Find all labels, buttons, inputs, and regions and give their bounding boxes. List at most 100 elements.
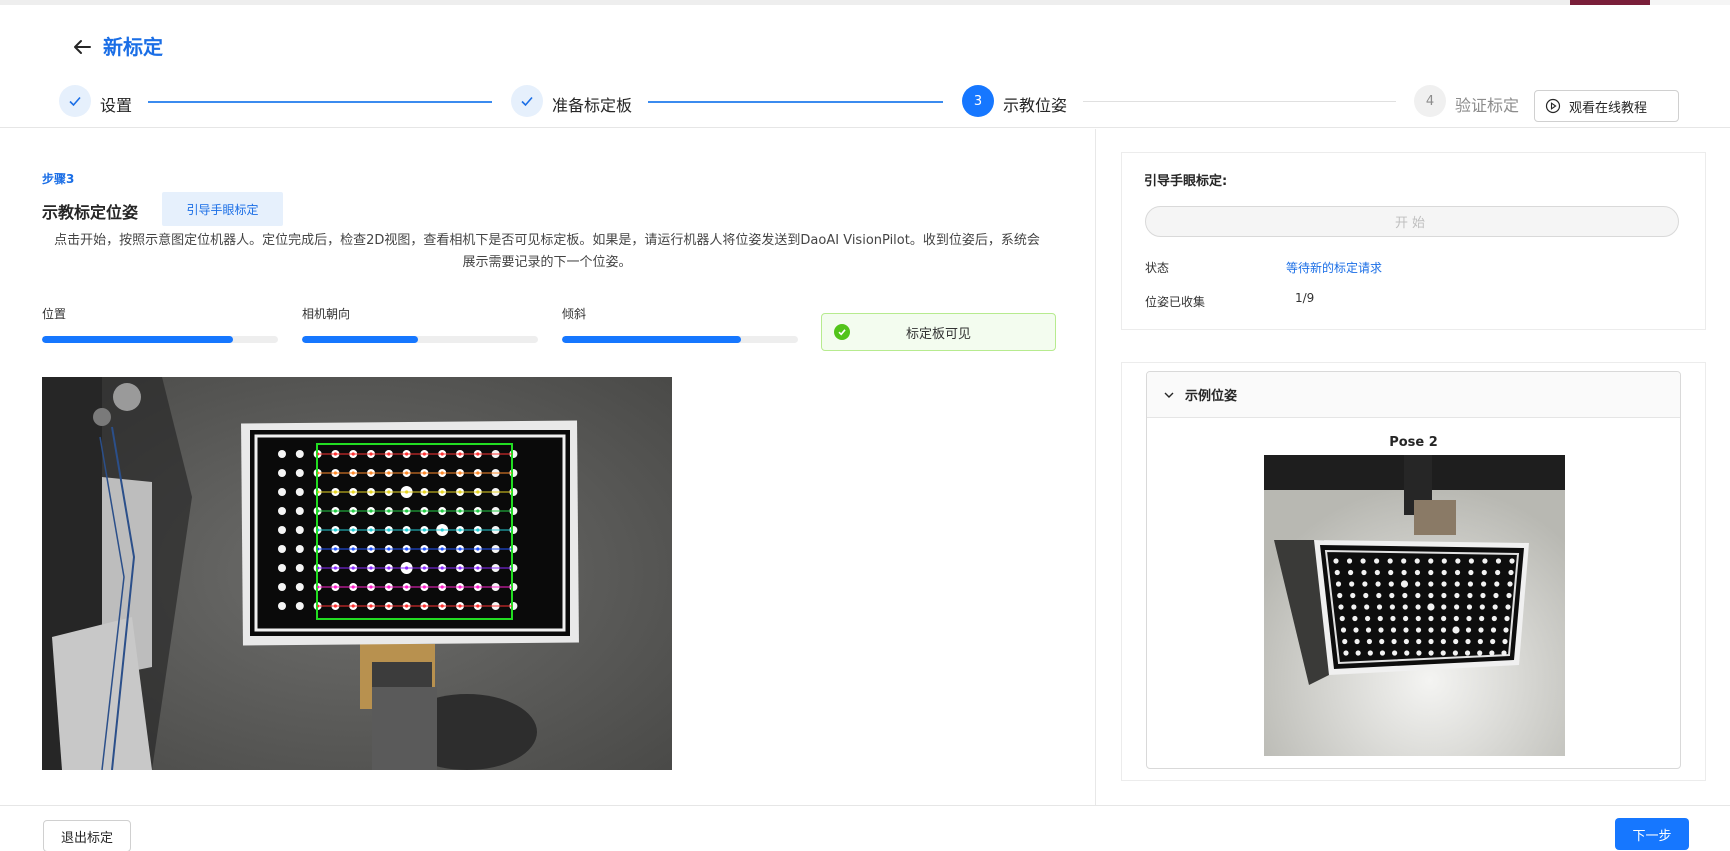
guide-calibration-tab[interactable]: 引导手眼标定	[162, 192, 283, 226]
example-dot	[1467, 592, 1473, 599]
example-dot	[1479, 604, 1485, 610]
watch-tutorial-button[interactable]: 观看在线教程	[1534, 90, 1679, 122]
example-dot	[1337, 592, 1343, 599]
example-dot	[1401, 569, 1407, 576]
example-dot	[1503, 627, 1509, 633]
board-visible-status: 标定板可见	[821, 313, 1056, 351]
example-dot	[1377, 615, 1383, 622]
calibration-dot	[278, 545, 286, 553]
metric-tilt-fill	[562, 336, 742, 343]
metric-position: 位置	[42, 305, 278, 343]
example-dot	[1362, 581, 1368, 587]
example-dot	[1415, 627, 1422, 633]
example-dot	[1466, 604, 1473, 610]
example-dot	[1404, 650, 1410, 656]
example-dot	[1465, 627, 1472, 633]
page-footer: 退出标定 下一步	[0, 805, 1730, 851]
start-button[interactable]: 开始	[1145, 206, 1679, 237]
example-dot	[1387, 558, 1393, 564]
metric-position-label: 位置	[42, 307, 67, 321]
calibration-dot	[295, 469, 304, 477]
example-dot	[1339, 615, 1345, 622]
camera-2d-view	[42, 377, 672, 770]
example-dot	[1506, 592, 1512, 599]
example-pose-card: 示例位姿 Pose 2	[1121, 362, 1706, 781]
chevron-down-icon	[1164, 392, 1174, 398]
example-dot	[1390, 615, 1396, 622]
example-dot	[1351, 604, 1357, 610]
stepper: 设置 准备标定板 3 示教位姿 4 验证标定	[0, 85, 1730, 125]
example-dot	[1492, 604, 1498, 610]
step-connector-1	[148, 101, 492, 103]
example-dot	[1354, 638, 1360, 645]
metric-orientation-label: 相机朝向	[302, 307, 351, 321]
example-dot	[1360, 558, 1366, 564]
example-dot	[1352, 615, 1358, 622]
example-dot	[1441, 615, 1447, 622]
example-dot	[1466, 615, 1472, 622]
example-dot	[1482, 558, 1488, 564]
board-visible-label: 标定板可见	[905, 326, 971, 342]
example-dot	[1441, 581, 1447, 587]
example-dot	[1493, 592, 1499, 599]
example-dot	[1455, 558, 1461, 564]
example-dot	[1389, 604, 1395, 610]
example-dot	[1342, 638, 1348, 645]
exit-calibration-button[interactable]: 退出标定	[43, 820, 131, 851]
example-dot	[1454, 592, 1460, 599]
example-dot	[1491, 615, 1497, 622]
example-dot	[1452, 626, 1460, 634]
status-value: 等待新的标定请求	[1286, 261, 1383, 275]
example-dot	[1364, 615, 1371, 622]
example-dot	[1454, 604, 1460, 610]
example-dot	[1392, 650, 1398, 656]
step-4-label: 验证标定	[1455, 96, 1520, 115]
example-dot	[1402, 604, 1408, 610]
example-dot	[1468, 569, 1474, 576]
example-dot	[1505, 604, 1511, 610]
step-1-label: 设置	[100, 96, 133, 115]
example-pose-title: 示例位姿	[1185, 389, 1238, 404]
example-dot	[1501, 650, 1507, 656]
example-dot	[1367, 650, 1373, 656]
example-dot	[1454, 569, 1461, 576]
example-dot	[1415, 592, 1421, 599]
example-dot	[1495, 558, 1502, 564]
back-arrow-icon[interactable]	[70, 35, 94, 59]
example-dot	[1363, 592, 1369, 599]
example-dot	[1428, 558, 1434, 564]
example-dot	[1490, 627, 1497, 633]
example-dot	[1403, 638, 1409, 645]
example-dot	[1428, 638, 1434, 645]
next-button[interactable]: 下一步	[1615, 818, 1689, 850]
metric-orientation-fill	[302, 336, 418, 343]
tutorial-label: 观看在线教程	[1569, 100, 1648, 116]
calibration-dot	[295, 602, 304, 610]
example-dot	[1343, 650, 1349, 656]
calibration-dot	[278, 526, 286, 534]
example-pose-header[interactable]: 示例位姿	[1147, 372, 1680, 418]
example-dot	[1350, 592, 1356, 599]
example-dot	[1378, 627, 1384, 633]
example-dot	[1415, 581, 1421, 587]
step-1-check-icon	[59, 85, 91, 117]
example-dot	[1464, 650, 1471, 656]
example-dot	[1489, 650, 1495, 656]
example-dot	[1507, 581, 1513, 587]
instruction-text: 点击开始，按照示意图定位机器人。定位完成后，检查2D视图，查看相机下是否可见标定…	[54, 233, 1040, 270]
metric-camera-orientation: 相机朝向	[302, 305, 538, 343]
metric-position-fill	[42, 336, 234, 343]
example-dot	[1453, 615, 1459, 622]
example-dot	[1477, 638, 1483, 645]
example-dot	[1415, 615, 1421, 622]
example-dot	[1479, 615, 1485, 622]
calibration-dot	[295, 564, 304, 572]
example-dot	[1389, 592, 1395, 599]
example-dot	[1390, 627, 1397, 633]
example-dot	[1441, 592, 1447, 599]
example-dot	[1428, 650, 1434, 656]
example-dot	[1441, 558, 1447, 564]
example-dot	[1376, 604, 1383, 610]
example-dot	[1402, 592, 1408, 599]
pose-title: Pose 2	[1389, 435, 1438, 450]
